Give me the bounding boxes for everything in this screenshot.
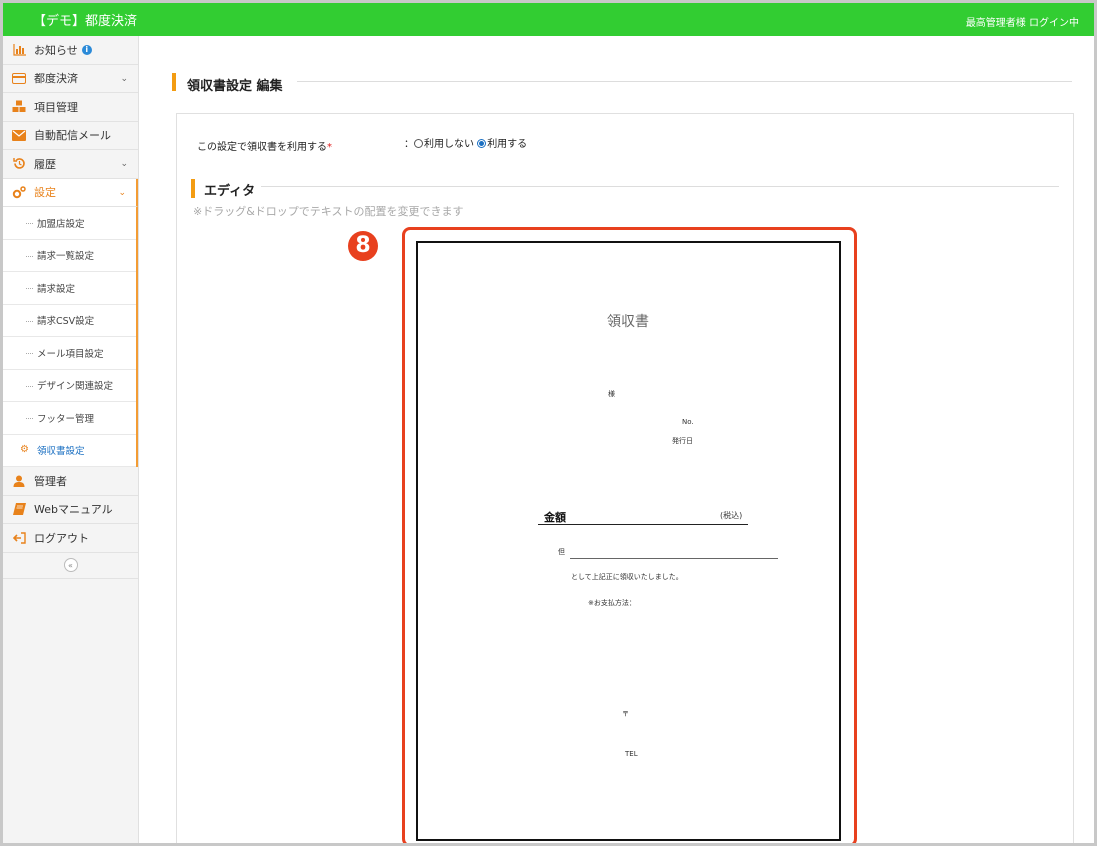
user-icon: [12, 474, 26, 488]
gears-icon: [12, 185, 26, 199]
radio-use-label[interactable]: 利用する: [487, 139, 527, 150]
settings-submenu: 加盟店設定 請求一覧設定 請求設定 請求CSV設定 メール項目設定 デザイン関連…: [3, 207, 138, 467]
receipt-received-text[interactable]: として上記正に領収いたしました。: [571, 572, 683, 582]
sidebar-item-auto-mail[interactable]: 自動配信メール: [3, 122, 138, 150]
divider: [297, 81, 1072, 82]
submenu-item-mail-fields[interactable]: メール項目設定: [3, 337, 136, 370]
sidebar-item-label: お知らせ: [34, 43, 78, 57]
envelope-icon: [12, 128, 26, 142]
radio-not-use-label[interactable]: 利用しない: [424, 139, 474, 150]
app-title[interactable]: 【デモ】都度決済: [33, 10, 137, 29]
submenu-item-billing-csv[interactable]: 請求CSV設定: [3, 305, 136, 337]
history-icon: [12, 157, 26, 171]
sidebar-item-label: 自動配信メール: [34, 129, 111, 143]
setting-label-text: この設定で領収書を利用する: [197, 142, 327, 153]
submenu-item-design[interactable]: デザイン関連設定: [3, 370, 136, 402]
sidebar: お知らせ i 都度決済 ⌄ 項目管理 自動配信メール 履歴 ⌄ 設定 ⌄ 加盟店…: [3, 36, 139, 843]
receipt-setting-row: この設定で領収書を利用する* ： 利用しない 利用する: [197, 138, 527, 153]
submenu-item-merchant[interactable]: 加盟店設定: [3, 207, 136, 240]
sidebar-item-label: 設定: [34, 186, 56, 200]
receipt-amount-label[interactable]: 金額: [544, 509, 566, 525]
receipt-title[interactable]: 領収書: [607, 311, 649, 331]
editor-hint: ※ドラッグ&ドロップでテキストの配置を変更できます: [193, 205, 464, 218]
chevron-down-icon: ⌄: [118, 187, 126, 198]
required-mark: *: [327, 142, 332, 153]
submenu-item-receipt[interactable]: ⚙ 領収書設定: [3, 435, 136, 467]
info-icon: i: [81, 44, 92, 55]
submenu-item-billing[interactable]: 請求設定: [3, 272, 136, 305]
sidebar-collapse-row: «: [3, 553, 138, 579]
login-status: 最高管理者様 ログイン中: [965, 18, 1079, 29]
sidebar-item-settings[interactable]: 設定 ⌄: [3, 178, 138, 207]
receipt-canvas[interactable]: 領収書 様 No. 発行日 金額 (税込) 但 として上記正に領収いたしました。…: [416, 241, 841, 841]
collapse-sidebar-icon[interactable]: «: [63, 558, 78, 572]
receipt-issue-date[interactable]: 発行日: [672, 436, 693, 446]
editor-title: エディタ: [204, 184, 256, 199]
receipt-payment-method[interactable]: ※お支払方法：: [588, 598, 636, 608]
receipt-tax-note[interactable]: (税込): [720, 510, 742, 521]
setting-separator: ：: [404, 139, 414, 150]
sidebar-item-web-manual[interactable]: Webマニュアル: [3, 496, 138, 524]
page-header: 領収書設定 編集: [172, 73, 1072, 94]
chevron-down-icon: ⌄: [120, 73, 128, 84]
receipt-proviso-label[interactable]: 但: [558, 547, 565, 557]
setting-label: この設定で領収書を利用する*: [197, 142, 332, 153]
cubes-icon: [12, 100, 26, 114]
receipt-honorific[interactable]: 様: [608, 389, 615, 399]
sidebar-item-admin[interactable]: 管理者: [3, 467, 138, 496]
bar-chart-icon: [12, 43, 26, 57]
app-frame: 【デモ】都度決済 最高管理者様 ログイン中 お知らせ i 都度決済 ⌄ 項目管理: [0, 0, 1097, 846]
settings-panel: この設定で領収書を利用する* ： 利用しない 利用する エディタ ※ドラッグ&ドロ…: [176, 113, 1074, 843]
editor-accent-bar: [191, 179, 195, 198]
receipt-tel-label[interactable]: TEL: [625, 750, 638, 758]
proviso-underline: [570, 558, 778, 559]
sidebar-item-logout[interactable]: ログアウト: [3, 524, 138, 553]
divider: [261, 186, 1059, 187]
title-accent-bar: [172, 73, 176, 91]
main-content: 領収書設定 編集 この設定で領収書を利用する* ： 利用しない 利用する エディタ…: [140, 36, 1094, 843]
sidebar-item-news[interactable]: お知らせ i: [3, 36, 138, 65]
sidebar-item-label: 都度決済: [34, 72, 78, 86]
chevron-down-icon: ⌄: [120, 159, 128, 169]
setting-options: ： 利用しない 利用する: [404, 135, 527, 150]
sidebar-item-label: 履歴: [34, 157, 56, 171]
submenu-item-label: 領収書設定: [37, 446, 85, 458]
amount-underline: [538, 524, 748, 525]
editor-header: エディタ: [191, 179, 1059, 199]
book-icon: [12, 502, 26, 516]
sidebar-item-label: Webマニュアル: [34, 503, 113, 517]
receipt-postal-mark[interactable]: 〒: [622, 709, 629, 719]
sign-out-icon: [12, 531, 26, 545]
credit-card-icon: [12, 71, 26, 85]
page-title: 領収書設定 編集: [187, 79, 283, 94]
sidebar-item-label: 管理者: [34, 474, 67, 488]
top-bar: 【デモ】都度決済 最高管理者様 ログイン中: [3, 3, 1094, 36]
receipt-number-label[interactable]: No.: [682, 418, 694, 426]
sidebar-item-label: 項目管理: [34, 100, 78, 114]
radio-not-use[interactable]: [414, 139, 423, 148]
sidebar-item-payment[interactable]: 都度決済 ⌄: [3, 65, 138, 93]
gear-icon: ⚙: [20, 443, 29, 455]
submenu-item-billing-list[interactable]: 請求一覧設定: [3, 240, 136, 272]
sidebar-item-fields[interactable]: 項目管理: [3, 93, 138, 122]
sidebar-item-history[interactable]: 履歴 ⌄: [3, 150, 138, 179]
radio-use[interactable]: [477, 139, 487, 148]
sidebar-item-label: ログアウト: [34, 531, 89, 545]
step-number-badge: 8: [348, 231, 378, 261]
submenu-item-footer[interactable]: フッター管理: [3, 402, 136, 435]
